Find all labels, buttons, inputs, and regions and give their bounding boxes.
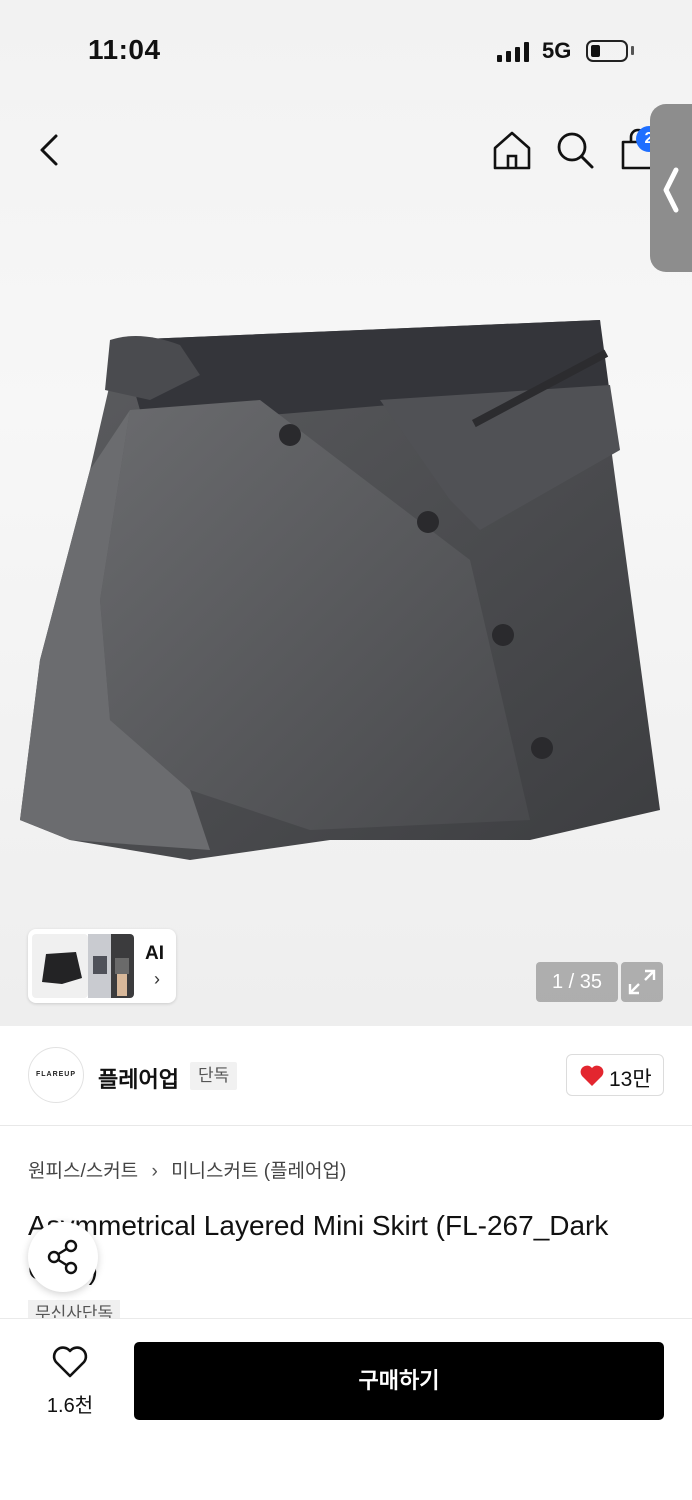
product-image-gallery[interactable]: 11:04 5G 2 AI › 1 / 35 xyxy=(0,0,692,1026)
ai-label: AI xyxy=(145,943,164,964)
thumbnail-model[interactable] xyxy=(88,934,134,998)
brand-like-count: 13만 xyxy=(609,1068,652,1091)
breadcrumb-subcategory[interactable]: 미니스커트 (플레어업) xyxy=(171,1161,346,1182)
breadcrumb: 원피스/스커트 › 미니스커트 (플레어업) xyxy=(28,1156,346,1183)
home-icon[interactable] xyxy=(490,128,534,172)
search-icon[interactable] xyxy=(553,128,597,172)
battery-icon xyxy=(586,40,628,62)
heart-icon xyxy=(52,1346,88,1378)
brand-like-button[interactable]: 13만 xyxy=(566,1054,664,1096)
brand-row: FLAREUP 플레어업 단독 13만 xyxy=(0,1026,692,1126)
chevron-left-icon xyxy=(663,167,679,213)
wishlist-button[interactable]: 1.6천 xyxy=(30,1345,110,1425)
bottom-action-bar: 1.6천 구매하기 xyxy=(0,1318,692,1500)
wishlist-count: 1.6천 xyxy=(46,1395,94,1417)
status-bar: 11:04 5G xyxy=(0,0,692,100)
signal-icon xyxy=(497,42,529,62)
share-icon xyxy=(47,1239,78,1275)
breadcrumb-separator: › xyxy=(151,1161,158,1182)
network-type: 5G xyxy=(542,38,572,63)
heart-filled-icon xyxy=(580,1065,604,1086)
back-arrow-icon[interactable] xyxy=(30,128,74,172)
ai-lookbook-thumbnails[interactable]: AI › xyxy=(28,929,176,1003)
thumbnail-skirt-image xyxy=(42,952,82,984)
thumbnail-model-image xyxy=(88,934,134,998)
side-panel-handle[interactable] xyxy=(650,104,692,272)
buy-button[interactable]: 구매하기 xyxy=(134,1342,664,1420)
product-title: Asymmetrical Layered Mini Skirt (FL-267_… xyxy=(28,1210,609,1285)
exclusive-tag: 단독 xyxy=(190,1062,238,1090)
brand-logo[interactable]: FLAREUP xyxy=(28,1047,84,1103)
breadcrumb-category[interactable]: 원피스/스커트 xyxy=(28,1161,138,1182)
chevron-right-icon: › xyxy=(154,969,160,989)
battery-cap xyxy=(631,46,634,55)
product-main-image xyxy=(20,320,660,860)
share-button[interactable] xyxy=(28,1222,98,1292)
brand-name[interactable]: 플레어업 xyxy=(98,1062,179,1094)
image-counter: 1 / 35 xyxy=(536,962,618,1002)
status-time: 11:04 xyxy=(88,34,161,65)
thumbnail-product[interactable] xyxy=(32,934,88,998)
expand-icon[interactable] xyxy=(621,962,663,1002)
